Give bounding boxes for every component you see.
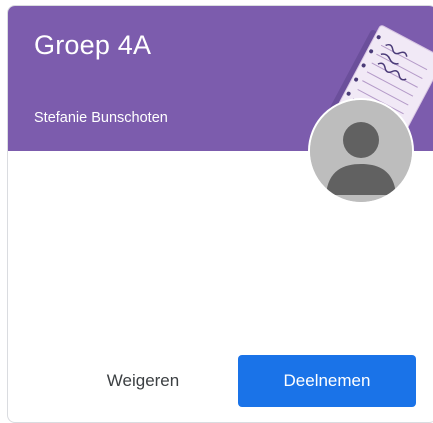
class-invite-card: Groep 4A Stefanie Bunschoten Weigeren De… [7, 5, 433, 423]
teacher-name: Stefanie Bunschoten [34, 110, 168, 126]
join-button[interactable]: Deelnemen [238, 355, 416, 407]
decline-button[interactable]: Weigeren [88, 355, 198, 407]
person-placeholder-icon [310, 100, 412, 202]
class-title: Groep 4A [34, 30, 152, 60]
teacher-avatar [308, 98, 414, 204]
